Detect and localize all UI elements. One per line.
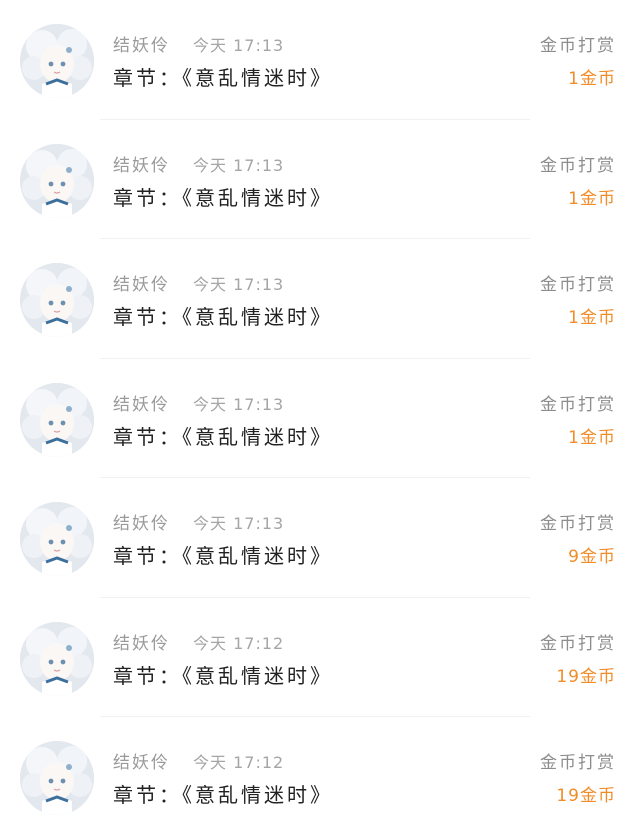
reward-type: 金币打赏 <box>540 155 616 176</box>
user-avatar-icon[interactable] <box>20 263 94 337</box>
reward-record-item[interactable]: 结妖伶 今天 17:13 章节：《意乱情迷时》 金币打赏 1金币 <box>0 239 640 359</box>
username[interactable]: 结妖伶 <box>113 748 170 773</box>
timestamp: 今天 17:13 <box>193 275 285 294</box>
reward-type: 金币打赏 <box>540 275 616 295</box>
reward-record-item[interactable]: 结妖伶 今天 17:13 章节：《意乱情迷时》 金币打赏 1金币 <box>0 0 640 120</box>
reward-type: 金币打赏 <box>540 514 616 534</box>
chapter-label: 章节：《意乱情迷时》 <box>113 663 333 688</box>
timestamp: 今天 17:13 <box>193 394 285 414</box>
reward-amount: 1金币 <box>568 69 616 89</box>
reward-amount: 1金币 <box>568 427 616 448</box>
username[interactable]: 结妖伶 <box>113 31 170 56</box>
username[interactable]: 结妖伶 <box>113 629 170 654</box>
reward-amount: 19金币 <box>556 666 616 687</box>
reward-record-list: 结妖伶 今天 17:13 章节：《意乱情迷时》 金币打赏 1金币 结妖伶 今天 … <box>0 0 640 837</box>
user-avatar-icon[interactable] <box>20 382 94 457</box>
reward-amount: 1金币 <box>568 308 616 328</box>
reward-record-item[interactable]: 结妖伶 今天 17:12 章节：《意乱情迷时》 金币打赏 19金币 <box>0 717 640 837</box>
user-avatar-icon[interactable] <box>20 24 94 98</box>
reward-type: 金币打赏 <box>540 394 616 415</box>
chapter-label: 章节：《意乱情迷时》 <box>113 783 333 807</box>
chapter-label: 章节：《意乱情迷时》 <box>113 185 333 210</box>
chapter-label: 章节：《意乱情迷时》 <box>113 424 333 449</box>
username[interactable]: 结妖伶 <box>113 390 170 415</box>
reward-amount: 9金币 <box>568 547 616 567</box>
reward-type: 金币打赏 <box>540 753 616 773</box>
user-avatar-icon[interactable] <box>20 502 94 576</box>
reward-record-item[interactable]: 结妖伶 今天 17:13 章节：《意乱情迷时》 金币打赏 9金币 <box>0 478 640 598</box>
reward-type: 金币打赏 <box>540 36 616 56</box>
timestamp: 今天 17:13 <box>193 514 285 533</box>
user-avatar-icon[interactable] <box>20 143 94 218</box>
user-avatar-icon[interactable] <box>20 621 94 696</box>
timestamp: 今天 17:12 <box>193 633 285 653</box>
reward-record-item[interactable]: 结妖伶 今天 17:12 章节：《意乱情迷时》 金币打赏 19金币 <box>0 598 640 717</box>
user-avatar-icon[interactable] <box>20 741 94 815</box>
chapter-label: 章节：《意乱情迷时》 <box>113 305 333 329</box>
reward-amount: 1金币 <box>568 188 616 209</box>
reward-record-item[interactable]: 结妖伶 今天 17:13 章节：《意乱情迷时》 金币打赏 1金币 <box>0 120 640 239</box>
username[interactable]: 结妖伶 <box>113 270 170 295</box>
username[interactable]: 结妖伶 <box>113 151 170 176</box>
timestamp: 今天 17:13 <box>193 155 285 175</box>
reward-record-item[interactable]: 结妖伶 今天 17:13 章节：《意乱情迷时》 金币打赏 1金币 <box>0 359 640 478</box>
reward-amount: 19金币 <box>556 786 616 806</box>
chapter-label: 章节：《意乱情迷时》 <box>113 544 333 568</box>
chapter-label: 章节：《意乱情迷时》 <box>113 66 333 90</box>
username[interactable]: 结妖伶 <box>113 509 170 534</box>
reward-type: 金币打赏 <box>540 633 616 654</box>
timestamp: 今天 17:12 <box>193 753 285 772</box>
timestamp: 今天 17:13 <box>193 36 285 55</box>
